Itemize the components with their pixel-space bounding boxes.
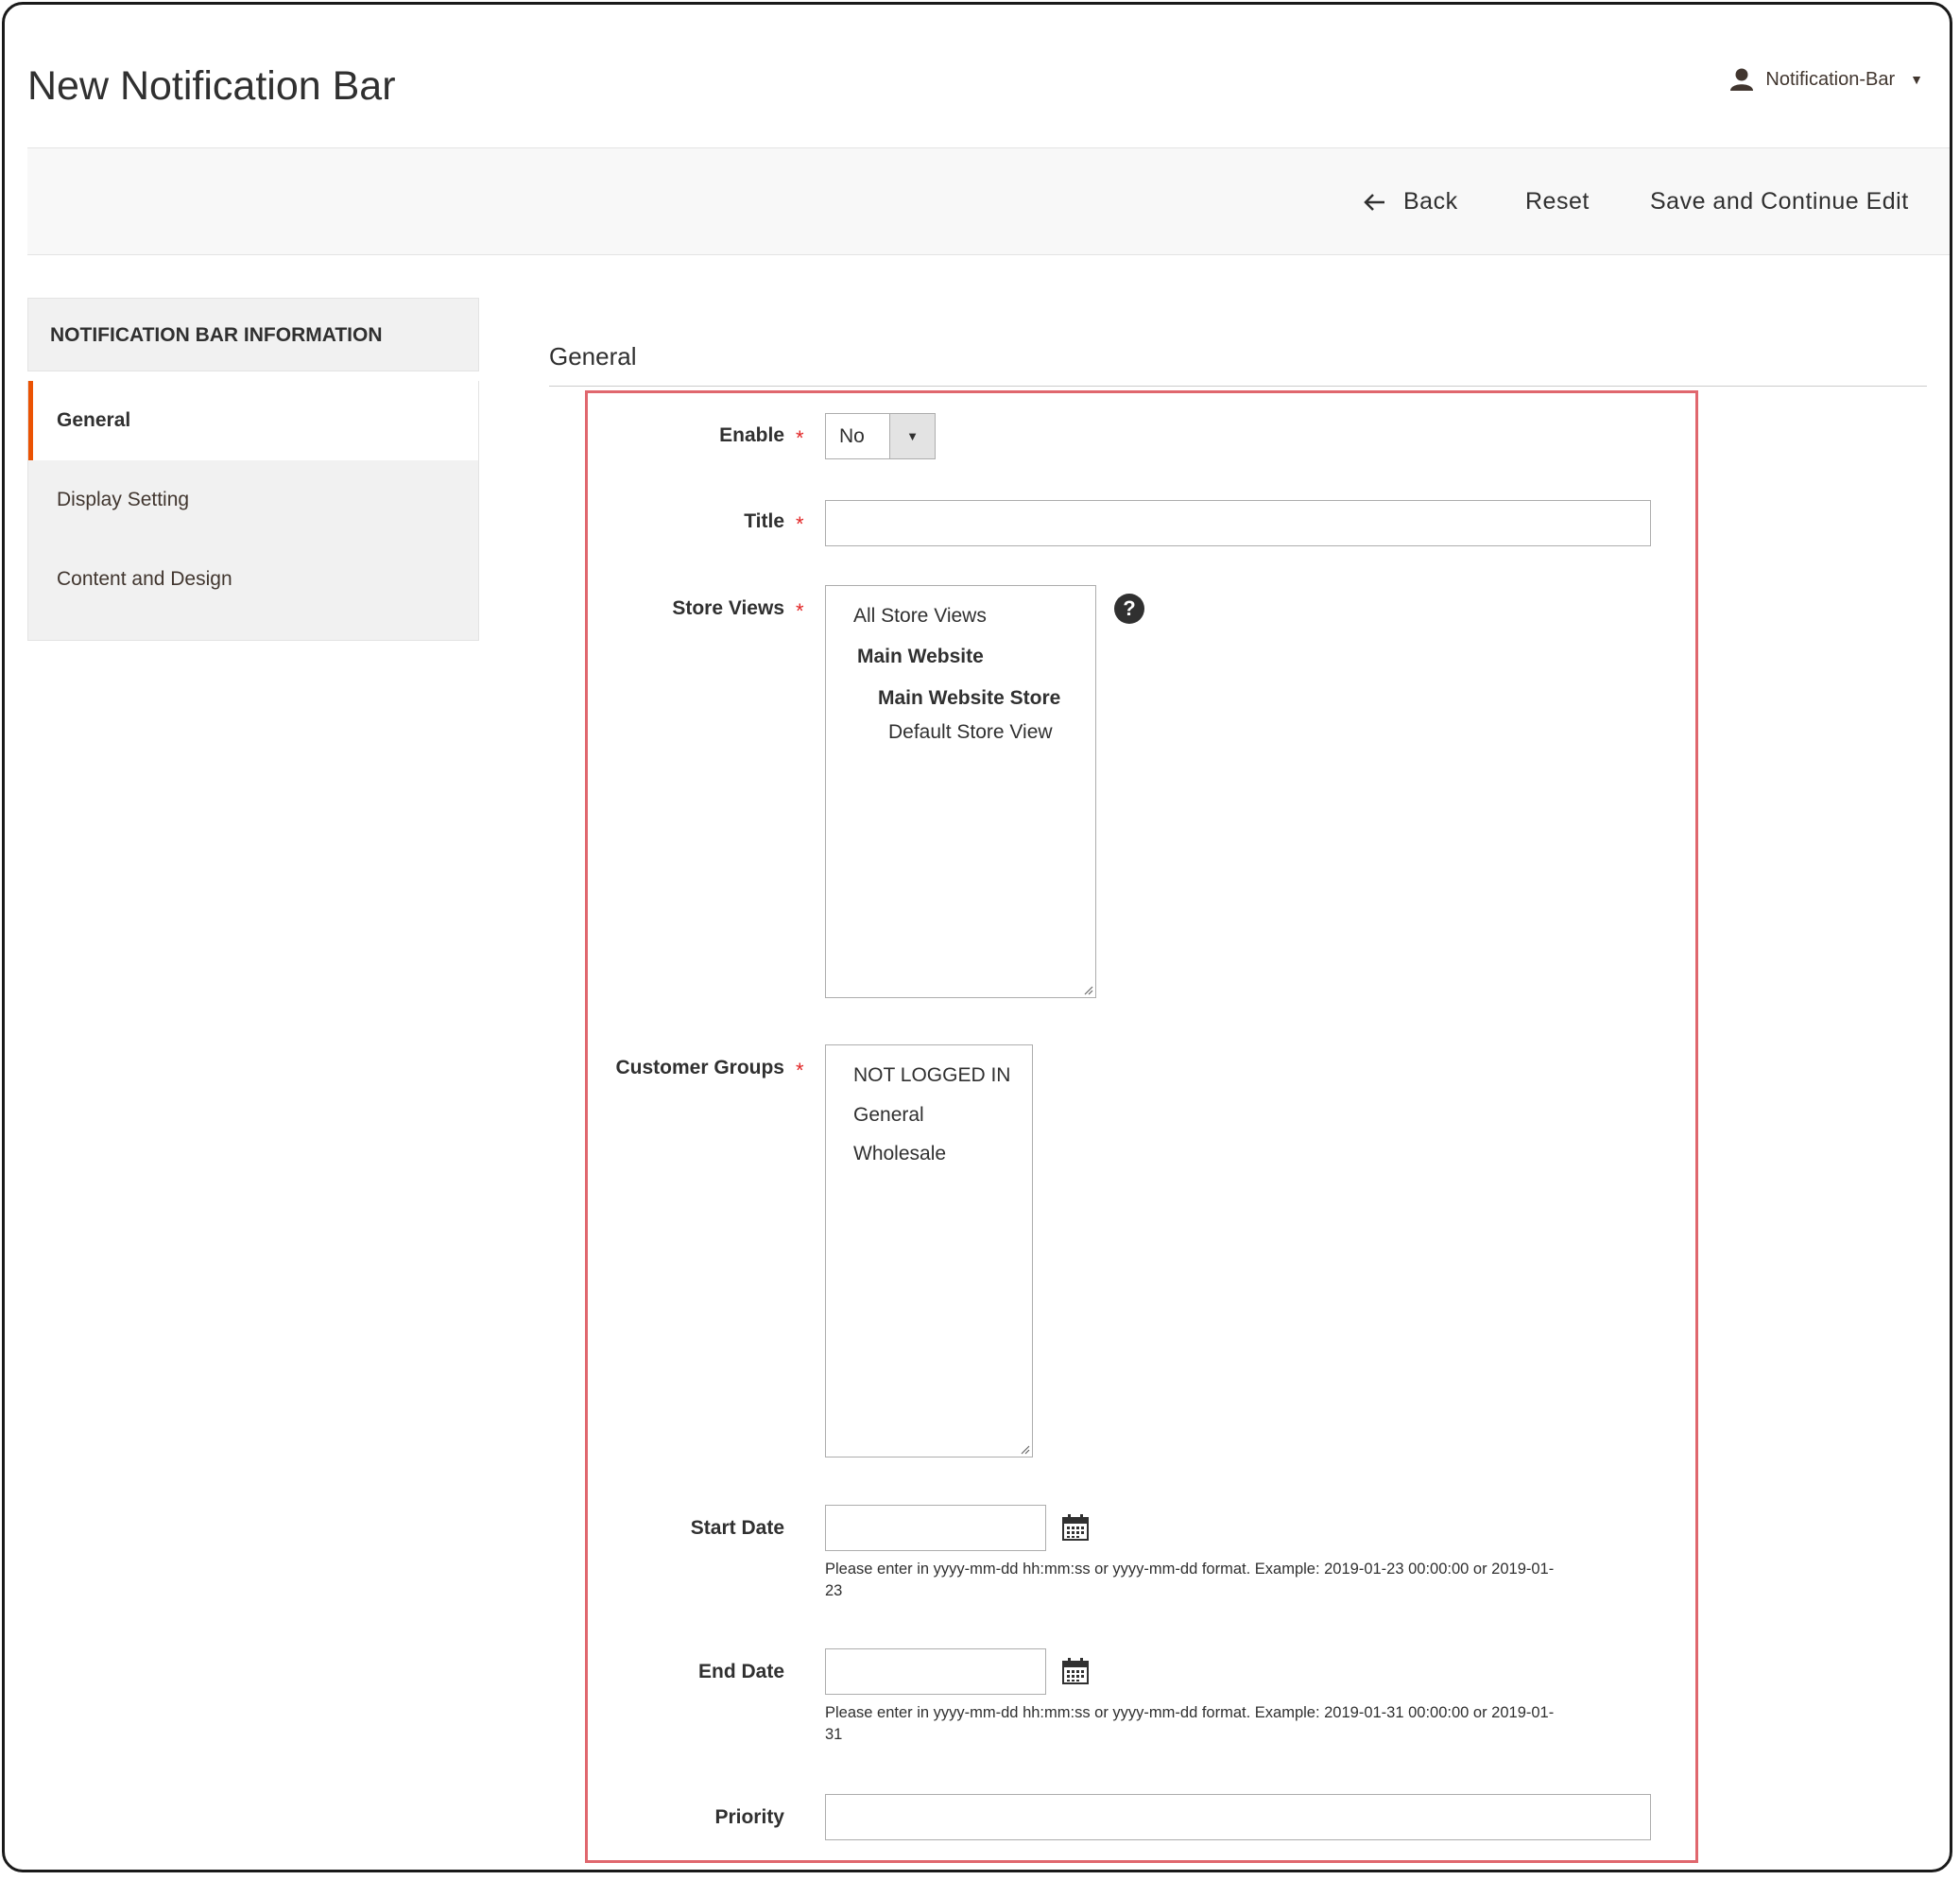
store-view-option-main-website-store: Main Website Store [878,687,1061,709]
calendar-icon[interactable] [1061,1657,1090,1685]
start-date-note-line1: Please enter in yyyy-mm-dd hh:mm:ss or y… [825,1561,1555,1578]
section-divider [549,386,1927,387]
back-button-label: Back [1403,188,1458,215]
enable-select-value: No [839,425,865,447]
customer-groups-required-mark: * [796,1059,804,1082]
enable-select[interactable]: No ▼ [825,413,936,459]
priority-label: Priority [714,1806,784,1828]
chevron-down-icon: ▼ [889,414,935,458]
store-view-option-all[interactable]: All Store Views [853,605,987,628]
customer-groups-label: Customer Groups [615,1057,784,1078]
customer-group-option-wholesale[interactable]: Wholesale [853,1143,946,1165]
caret-down-icon: ▼ [1910,72,1923,87]
end-date-note-line1: Please enter in yyyy-mm-dd hh:mm:ss or y… [825,1704,1555,1721]
sidebar-item-general[interactable]: General [28,381,478,460]
title-required-mark: * [796,512,804,536]
customer-group-option-general[interactable]: General [853,1104,924,1127]
sidebar: NOTIFICATION BAR INFORMATION General Dis… [27,298,479,641]
store-views-required-mark: * [796,599,804,623]
calendar-icon[interactable] [1061,1513,1090,1542]
store-views-multiselect[interactable]: All Store Views Main Website Main Websit… [825,585,1096,998]
enable-label: Enable [719,424,784,446]
window-frame: New Notification Bar Notification-Bar ▼ … [2,2,1952,1872]
customer-groups-multiselect[interactable]: NOT LOGGED IN General Wholesale [825,1044,1033,1457]
store-views-label: Store Views [672,597,784,619]
store-view-option-main-website: Main Website [857,646,984,667]
help-icon[interactable]: ? [1114,594,1144,624]
title-input[interactable] [825,500,1651,546]
customer-group-option-not-logged-in[interactable]: NOT LOGGED IN [853,1064,1010,1087]
start-date-label: Start Date [690,1517,784,1539]
end-date-note: Please enter in yyyy-mm-dd hh:mm:ss or y… [825,1702,1657,1746]
page-actions-toolbar: Back Reset Save and Continue Edit [27,147,1950,255]
resize-grip-icon[interactable] [1082,984,1093,995]
user-icon [1730,68,1754,91]
back-button[interactable]: Back [1364,188,1458,216]
priority-input[interactable] [825,1794,1651,1840]
reset-button[interactable]: Reset [1525,188,1590,216]
sidebar-heading: NOTIFICATION BAR INFORMATION [27,298,479,371]
account-name: Notification-Bar [1765,68,1896,90]
save-and-continue-button[interactable]: Save and Continue Edit [1650,188,1909,216]
account-menu[interactable]: Notification-Bar ▼ [1729,67,1923,92]
end-date-input[interactable] [825,1648,1046,1695]
title-label: Title [744,510,784,532]
start-date-input[interactable] [825,1505,1046,1551]
start-date-note: Please enter in yyyy-mm-dd hh:mm:ss or y… [825,1559,1657,1602]
store-view-option-default[interactable]: Default Store View [888,721,1053,744]
arrow-left-icon [1364,193,1384,211]
start-date-note-line2: 23 [825,1582,843,1599]
resize-grip-icon[interactable] [1019,1443,1030,1455]
enable-required-mark: * [796,426,804,450]
end-date-note-line2: 31 [825,1726,843,1743]
end-date-label: End Date [697,1661,784,1682]
section-title: General [549,342,637,371]
page-title: New Notification Bar [27,63,396,109]
